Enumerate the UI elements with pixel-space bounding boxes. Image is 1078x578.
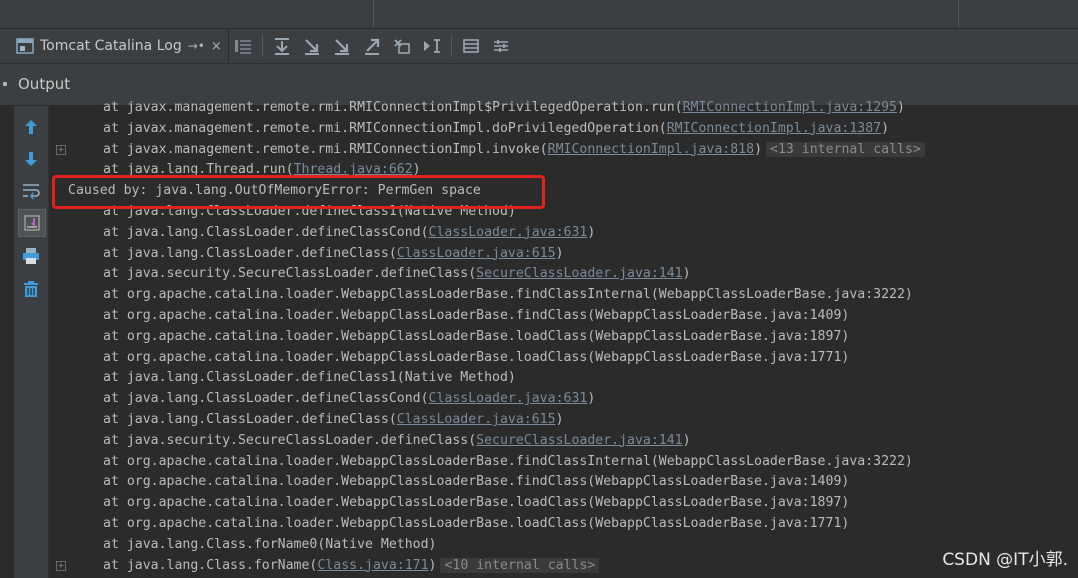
log-line: at org.apache.catalina.loader.WebappClas… xyxy=(68,472,849,493)
scroll-to-end-icon[interactable] xyxy=(267,29,297,63)
watermark: CSDN @IT小郭. xyxy=(942,550,1068,570)
log-text-tail: ) xyxy=(754,141,763,157)
log-text: at java.lang.Class.forName0(Native Metho… xyxy=(103,536,437,552)
log-line: at java.lang.Class.forName0(Native Metho… xyxy=(68,535,436,556)
log-line: at org.apache.catalina.loader.WebappClas… xyxy=(68,493,849,514)
tab-label: Tomcat Catalina Log xyxy=(40,38,182,54)
tab-tomcat-catalina-log[interactable]: Tomcat Catalina Log →• × xyxy=(10,29,229,63)
toolbar-separator xyxy=(451,35,452,57)
source-link[interactable]: SecureClassLoader.java:141 xyxy=(476,266,682,281)
log-text: at org.apache.catalina.loader.WebappClas… xyxy=(103,495,850,511)
log-text: at java.lang.ClassLoader.defineClassCond… xyxy=(103,391,429,407)
log-text: at java.lang.ClassLoader.defineClass( xyxy=(103,245,397,261)
log-text: at org.apache.catalina.loader.WebappClas… xyxy=(103,308,850,323)
log-line: at javax.management.remote.rmi.RMIConnec… xyxy=(68,140,925,161)
step-out-icon[interactable] xyxy=(357,29,387,63)
log-line: at org.apache.catalina.loader.WebappClas… xyxy=(68,285,913,306)
log-text: at org.apache.catalina.loader.WebappClas… xyxy=(103,453,913,469)
left-action-bar xyxy=(14,106,49,578)
log-line: at java.lang.ClassLoader.defineClass(Cla… xyxy=(68,410,564,431)
log-line: at java.lang.ClassLoader.defineClassCond… xyxy=(68,223,595,244)
log-text: at java.lang.ClassLoader.defineClass1(Na… xyxy=(103,370,516,386)
log-line: at org.apache.catalina.loader.WebappClas… xyxy=(68,514,849,535)
log-text-tail: ) xyxy=(587,391,596,407)
log-line: at javax.management.remote.rmi.RMIConnec… xyxy=(68,98,905,119)
log-line: at java.lang.ClassLoader.defineClass1(Na… xyxy=(68,368,516,389)
down-arrow-icon[interactable] xyxy=(18,146,44,172)
log-text: at org.apache.catalina.loader.WebappClas… xyxy=(103,516,850,531)
highlight-box xyxy=(52,175,545,209)
log-text: at java.lang.ClassLoader.defineClass( xyxy=(103,412,397,427)
fold-marker-icon[interactable]: + xyxy=(56,561,66,571)
log-text-tail: ) xyxy=(896,100,905,115)
soft-wraps-icon[interactable] xyxy=(228,29,258,63)
log-line: at java.security.SecureClassLoader.defin… xyxy=(68,431,691,452)
pin-icon[interactable]: →• xyxy=(188,39,205,53)
scroll-end-icon[interactable] xyxy=(18,209,46,237)
trash-icon[interactable] xyxy=(18,276,44,302)
log-text-tail: ) xyxy=(555,245,564,261)
log-text: at java.security.SecureClassLoader.defin… xyxy=(103,432,477,448)
log-text: at javax.management.remote.rmi.RMIConnec… xyxy=(103,141,548,157)
log-line: at org.apache.catalina.loader.WebappClas… xyxy=(68,327,849,348)
log-text-tail: ) xyxy=(682,432,691,448)
source-link[interactable]: Class.java:171 xyxy=(317,558,428,573)
log-text-tail: ) xyxy=(881,120,890,136)
log-text-tail: ) xyxy=(428,557,437,573)
log-text: at org.apache.catalina.loader.WebappClas… xyxy=(103,349,850,365)
step-over-icon[interactable] xyxy=(327,29,357,63)
settings-icon[interactable] xyxy=(486,29,516,63)
log-text: at org.apache.catalina.loader.WebappClas… xyxy=(103,328,850,344)
log-line: at java.lang.Class.forName(Class.java:17… xyxy=(68,556,600,577)
log-text: at java.lang.Class.forName( xyxy=(103,557,318,573)
up-arrow-icon[interactable] xyxy=(18,114,44,140)
close-icon[interactable]: × xyxy=(211,39,222,54)
log-output: at javax.management.remote.rmi.RMIConnec… xyxy=(68,98,1078,578)
soft-wrap-icon[interactable] xyxy=(18,178,44,204)
drop-frame-icon[interactable] xyxy=(387,29,417,63)
top-divider xyxy=(373,0,374,28)
log-text-tail: ) xyxy=(682,266,691,282)
fold-marker-icon[interactable]: + xyxy=(56,145,66,155)
source-link[interactable]: ClassLoader.java:615 xyxy=(397,412,556,427)
run-to-cursor-icon[interactable] xyxy=(417,29,447,63)
tab-bar: Tomcat Catalina Log →• × xyxy=(0,29,1078,64)
print-icon[interactable] xyxy=(18,243,44,269)
log-text: at java.lang.ClassLoader.defineClassCond… xyxy=(103,224,429,240)
top-strip xyxy=(0,0,1078,29)
source-link[interactable]: RMIConnectionImpl.java:818 xyxy=(548,142,754,157)
source-link[interactable]: ClassLoader.java:631 xyxy=(429,225,588,240)
log-line: at java.lang.ClassLoader.defineClassCond… xyxy=(68,389,595,410)
log-text: at javax.management.remote.rmi.RMIConnec… xyxy=(103,100,683,115)
toolbar xyxy=(228,29,516,63)
collapse-icon[interactable] xyxy=(3,82,7,86)
top-divider xyxy=(958,0,959,28)
log-line: at java.security.SecureClassLoader.defin… xyxy=(68,264,691,285)
log-text: at javax.management.remote.rmi.RMIConnec… xyxy=(103,120,667,136)
source-link[interactable]: ClassLoader.java:615 xyxy=(397,246,556,261)
folded-calls[interactable]: <10 internal calls> xyxy=(440,557,600,573)
log-line: at org.apache.catalina.loader.WebappClas… xyxy=(68,452,913,473)
tomcat-log-icon xyxy=(16,38,34,54)
source-link[interactable]: RMIConnectionImpl.java:1387 xyxy=(667,121,881,136)
log-line: at org.apache.catalina.loader.WebappClas… xyxy=(68,348,849,369)
log-line: at javax.management.remote.rmi.RMIConnec… xyxy=(68,119,889,140)
source-link[interactable]: ClassLoader.java:631 xyxy=(429,391,588,406)
output-label: Output xyxy=(18,75,71,93)
table-icon[interactable] xyxy=(456,29,486,63)
log-line: at java.lang.ClassLoader.defineClass(Cla… xyxy=(68,244,564,265)
toolbar-separator xyxy=(262,35,263,57)
log-text-tail: ) xyxy=(555,412,564,427)
folded-calls[interactable]: <13 internal calls> xyxy=(766,141,925,157)
log-text: at java.security.SecureClassLoader.defin… xyxy=(103,266,477,282)
log-text-tail: ) xyxy=(587,224,596,240)
step-into-icon[interactable] xyxy=(297,29,327,63)
log-line: at org.apache.catalina.loader.WebappClas… xyxy=(68,306,849,327)
source-link[interactable]: SecureClassLoader.java:141 xyxy=(476,433,682,448)
log-text: at org.apache.catalina.loader.WebappClas… xyxy=(103,474,850,490)
source-link[interactable]: RMIConnectionImpl.java:1295 xyxy=(683,100,897,115)
log-text: at org.apache.catalina.loader.WebappClas… xyxy=(103,287,913,303)
